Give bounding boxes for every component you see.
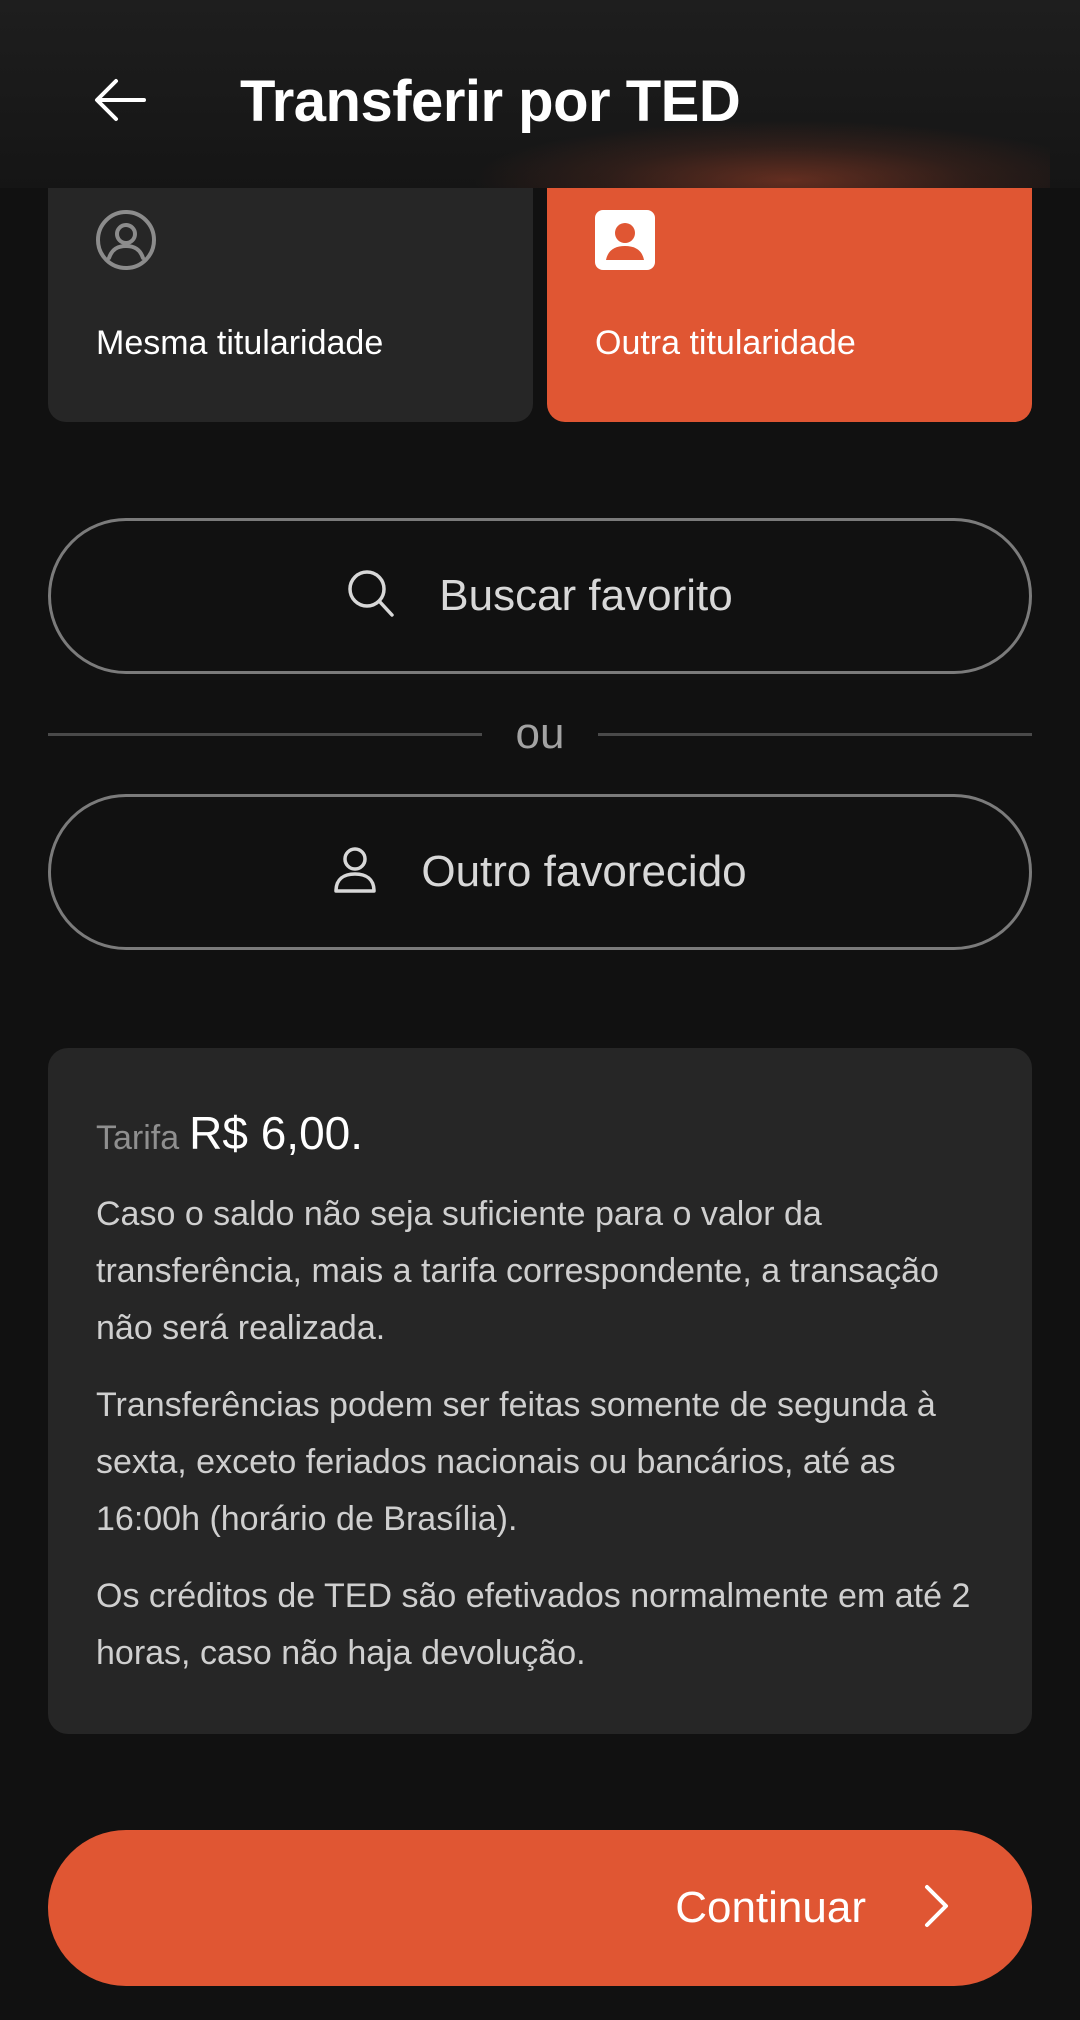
fee-row: Tarifa R$ 6,00.: [96, 1106, 984, 1160]
continue-button[interactable]: Continuar: [48, 1830, 1032, 1986]
back-button[interactable]: [80, 62, 160, 142]
ownership-selector: Mesma titularidade Outra titularidade: [48, 150, 1032, 422]
user-icon: [333, 846, 377, 899]
info-paragraph-credit-time: Os créditos de TED são efetivados normal…: [96, 1577, 971, 1672]
search-favorite-button[interactable]: Buscar favorito: [48, 518, 1032, 674]
info-paragraph-schedule: Transferências podem ser feitas somente …: [96, 1386, 936, 1538]
card-label: Mesma titularidade: [96, 324, 384, 362]
chevron-right-icon: [924, 1884, 950, 1933]
card-same-ownership[interactable]: Mesma titularidade: [48, 150, 533, 422]
user-badge-icon: [593, 208, 657, 272]
fee-info-box: Tarifa R$ 6,00. Caso o saldo não seja su…: [48, 1048, 1032, 1734]
app-header: Transferir por TED: [0, 0, 1080, 188]
card-other-ownership[interactable]: Outra titularidade: [547, 150, 1032, 422]
user-circle-icon: [94, 208, 158, 272]
fee-label: Tarifa: [96, 1119, 180, 1157]
other-payee-label: Outro favorecido: [421, 847, 747, 896]
divider-line: [48, 732, 482, 736]
arrow-left-icon: [94, 78, 146, 127]
or-label: ou: [515, 709, 565, 758]
continue-label: Continuar: [675, 1883, 866, 1932]
divider-line: [598, 732, 1033, 736]
search-favorite-label: Buscar favorito: [439, 571, 733, 620]
or-divider: ou: [48, 709, 1033, 758]
info-paragraph-balance: Caso o saldo não seja suficiente para o …: [96, 1195, 939, 1347]
other-payee-button[interactable]: Outro favorecido: [48, 794, 1032, 950]
card-label: Outra titularidade: [595, 324, 856, 362]
fee-value: R$ 6,00.: [189, 1107, 364, 1159]
search-icon: [347, 569, 395, 624]
page-title: Transferir por TED: [240, 69, 741, 134]
